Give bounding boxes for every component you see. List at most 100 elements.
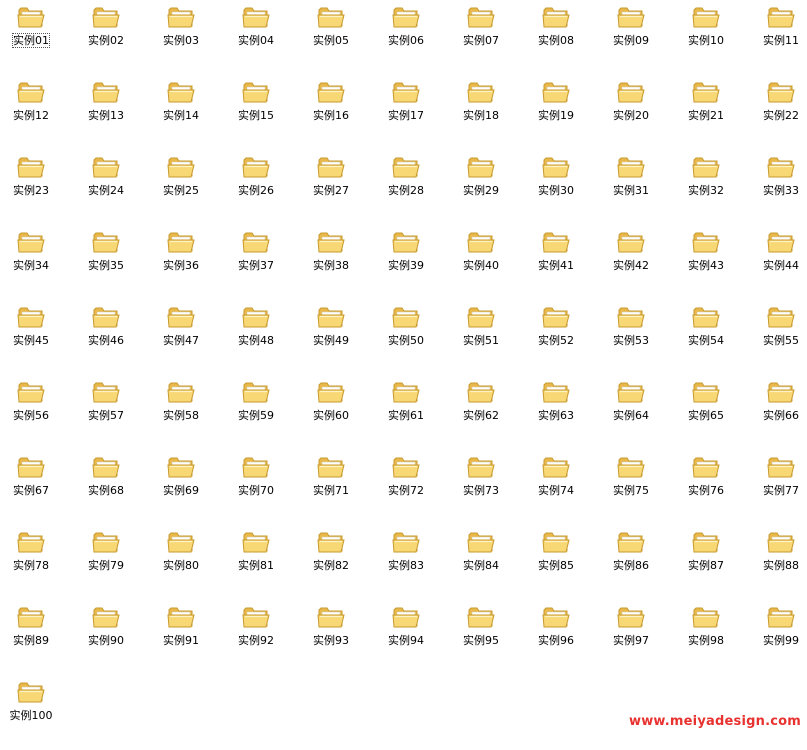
folder-item[interactable]: 实例41: [523, 225, 598, 300]
folder-item[interactable]: 实例53: [598, 300, 673, 375]
folder-item[interactable]: 实例64: [598, 375, 673, 450]
folder-item[interactable]: 实例79: [73, 525, 148, 600]
folder-item[interactable]: 实例48: [223, 300, 298, 375]
folder-item[interactable]: 实例19: [523, 75, 598, 150]
folder-item[interactable]: 实例07: [448, 0, 523, 75]
folder-item[interactable]: 实例66: [748, 375, 807, 450]
folder-item[interactable]: 实例51: [448, 300, 523, 375]
folder-item[interactable]: 实例50: [373, 300, 448, 375]
folder-item[interactable]: 实例59: [223, 375, 298, 450]
folder-item[interactable]: 实例63: [523, 375, 598, 450]
folder-item[interactable]: 实例01: [0, 0, 73, 75]
folder-item[interactable]: 实例06: [373, 0, 448, 75]
folder-item[interactable]: 实例24: [73, 150, 148, 225]
folder-item[interactable]: 实例15: [223, 75, 298, 150]
folder-item[interactable]: 实例81: [223, 525, 298, 600]
folder-item[interactable]: 实例14: [148, 75, 223, 150]
folder-item[interactable]: 实例03: [148, 0, 223, 75]
folder-item[interactable]: 实例85: [523, 525, 598, 600]
folder-item[interactable]: 实例57: [73, 375, 148, 450]
folder-item[interactable]: 实例68: [73, 450, 148, 525]
folder-item[interactable]: 实例42: [598, 225, 673, 300]
folder-item[interactable]: 实例98: [673, 600, 748, 675]
folder-item[interactable]: 实例52: [523, 300, 598, 375]
folder-item[interactable]: 实例37: [223, 225, 298, 300]
folder-item[interactable]: 实例43: [673, 225, 748, 300]
folder-item[interactable]: 实例100: [0, 675, 73, 750]
folder-item[interactable]: 实例25: [148, 150, 223, 225]
folder-item[interactable]: 实例91: [148, 600, 223, 675]
folder-item[interactable]: 实例22: [748, 75, 807, 150]
folder-item[interactable]: 实例99: [748, 600, 807, 675]
folder-item[interactable]: 实例30: [523, 150, 598, 225]
folder-item[interactable]: 实例39: [373, 225, 448, 300]
folder-item[interactable]: 实例78: [0, 525, 73, 600]
folder-item[interactable]: 实例49: [298, 300, 373, 375]
folder-item[interactable]: 实例71: [298, 450, 373, 525]
folder-item[interactable]: 实例93: [298, 600, 373, 675]
folder-item[interactable]: 实例26: [223, 150, 298, 225]
folder-item[interactable]: 实例46: [73, 300, 148, 375]
folder-item[interactable]: 实例05: [298, 0, 373, 75]
folder-item[interactable]: 实例65: [673, 375, 748, 450]
folder-item[interactable]: 实例89: [0, 600, 73, 675]
folder-item[interactable]: 实例56: [0, 375, 73, 450]
folder-item[interactable]: 实例11: [748, 0, 807, 75]
folder-item[interactable]: 实例54: [673, 300, 748, 375]
folder-item[interactable]: 实例95: [448, 600, 523, 675]
folder-item[interactable]: 实例40: [448, 225, 523, 300]
folder-item[interactable]: 实例92: [223, 600, 298, 675]
folder-item[interactable]: 实例38: [298, 225, 373, 300]
folder-item[interactable]: 实例09: [598, 0, 673, 75]
folder-item[interactable]: 实例17: [373, 75, 448, 150]
folder-item[interactable]: 实例34: [0, 225, 73, 300]
folder-item[interactable]: 实例33: [748, 150, 807, 225]
folder-item[interactable]: 实例29: [448, 150, 523, 225]
folder-item[interactable]: 实例70: [223, 450, 298, 525]
folder-item[interactable]: 实例94: [373, 600, 448, 675]
folder-item[interactable]: 实例75: [598, 450, 673, 525]
folder-item[interactable]: 实例90: [73, 600, 148, 675]
folder-item[interactable]: 实例31: [598, 150, 673, 225]
folder-item[interactable]: 实例44: [748, 225, 807, 300]
folder-item[interactable]: 实例96: [523, 600, 598, 675]
folder-item[interactable]: 实例88: [748, 525, 807, 600]
folder-item[interactable]: 实例73: [448, 450, 523, 525]
folder-item[interactable]: 实例47: [148, 300, 223, 375]
folder-item[interactable]: 实例77: [748, 450, 807, 525]
folder-item[interactable]: 实例10: [673, 0, 748, 75]
folder-item[interactable]: 实例16: [298, 75, 373, 150]
folder-item[interactable]: 实例62: [448, 375, 523, 450]
folder-item[interactable]: 实例76: [673, 450, 748, 525]
folder-item[interactable]: 实例21: [673, 75, 748, 150]
folder-item[interactable]: 实例86: [598, 525, 673, 600]
folder-item[interactable]: 实例82: [298, 525, 373, 600]
folder-item[interactable]: 实例32: [673, 150, 748, 225]
folder-item[interactable]: 实例67: [0, 450, 73, 525]
folder-item[interactable]: 实例02: [73, 0, 148, 75]
folder-item[interactable]: 实例28: [373, 150, 448, 225]
folder-item[interactable]: 实例74: [523, 450, 598, 525]
folder-item[interactable]: 实例97: [598, 600, 673, 675]
folder-item[interactable]: 实例87: [673, 525, 748, 600]
folder-item[interactable]: 实例69: [148, 450, 223, 525]
folder-item[interactable]: 实例55: [748, 300, 807, 375]
folder-item[interactable]: 实例60: [298, 375, 373, 450]
folder-item[interactable]: 实例36: [148, 225, 223, 300]
folder-item[interactable]: 实例45: [0, 300, 73, 375]
folder-item[interactable]: 实例61: [373, 375, 448, 450]
folder-item[interactable]: 实例18: [448, 75, 523, 150]
folder-item[interactable]: 实例13: [73, 75, 148, 150]
folder-item[interactable]: 实例84: [448, 525, 523, 600]
folder-item[interactable]: 实例80: [148, 525, 223, 600]
folder-item[interactable]: 实例23: [0, 150, 73, 225]
folder-item[interactable]: 实例83: [373, 525, 448, 600]
folder-item[interactable]: 实例04: [223, 0, 298, 75]
folder-item[interactable]: 实例35: [73, 225, 148, 300]
folder-item[interactable]: 实例58: [148, 375, 223, 450]
folder-item[interactable]: 实例20: [598, 75, 673, 150]
folder-item[interactable]: 实例08: [523, 0, 598, 75]
folder-item[interactable]: 实例27: [298, 150, 373, 225]
folder-item[interactable]: 实例72: [373, 450, 448, 525]
folder-item[interactable]: 实例12: [0, 75, 73, 150]
